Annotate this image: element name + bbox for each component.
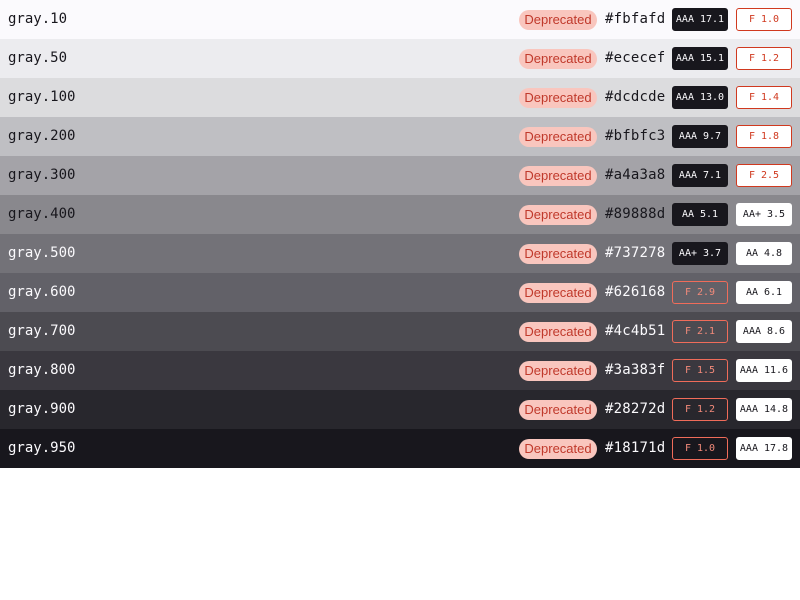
color-name: gray.300 [8,167,76,183]
color-row: gray.700 Deprecated #4c4b51 F 2.1 AAA 8.… [0,312,800,351]
contrast-on-light-chip: AA 4.8 [736,242,792,265]
contrast-on-dark-chip: F 2.9 [672,281,728,304]
deprecated-badge: Deprecated [519,49,597,69]
color-hex-value[interactable]: #4c4b51 [605,312,665,351]
contrast-on-light-chip: AAA 8.6 [736,320,792,343]
color-hex-value[interactable]: #18171d [605,429,665,468]
deprecated-badge: Deprecated [519,361,597,381]
contrast-on-light-chip: AAA 14.8 [736,398,792,421]
deprecated-badge: Deprecated [519,283,597,303]
color-row: gray.200 Deprecated #bfbfc3 AAA 9.7 F 1.… [0,117,800,156]
color-row: gray.950 Deprecated #18171d F 1.0 AAA 17… [0,429,800,468]
contrast-on-light-chip: AAA 17.8 [736,437,792,460]
deprecated-badge: Deprecated [519,166,597,186]
contrast-on-dark-chip: AAA 13.0 [672,86,728,109]
color-name: gray.900 [8,401,76,417]
color-row: gray.100 Deprecated #dcdcde AAA 13.0 F 1… [0,78,800,117]
color-name: gray.100 [8,89,76,105]
color-hex-value[interactable]: #626168 [605,273,665,312]
color-row: gray.10 Deprecated #fbfafd AAA 17.1 F 1.… [0,0,800,39]
contrast-on-dark-chip: F 2.1 [672,320,728,343]
contrast-on-dark-chip: AA+ 3.7 [672,242,728,265]
contrast-on-light-chip: AAA 11.6 [736,359,792,382]
color-hex-value[interactable]: #ececef [605,39,665,78]
contrast-on-dark-chip: F 1.5 [672,359,728,382]
color-name: gray.50 [8,50,68,66]
contrast-on-light-chip: F 1.8 [736,125,792,148]
color-hex-value[interactable]: #a4a3a8 [605,156,665,195]
color-hex-value[interactable]: #fbfafd [605,0,665,39]
color-hex-value[interactable]: #3a383f [605,351,665,390]
deprecated-badge: Deprecated [519,205,597,225]
color-hex-value[interactable]: #bfbfc3 [605,117,665,156]
color-hex-value[interactable]: #dcdcde [605,78,665,117]
color-name: gray.800 [8,362,76,378]
contrast-on-light-chip: F 2.5 [736,164,792,187]
contrast-on-dark-chip: AA 5.1 [672,203,728,226]
contrast-on-light-chip: AA+ 3.5 [736,203,792,226]
color-row: gray.900 Deprecated #28272d F 1.2 AAA 14… [0,390,800,429]
contrast-on-dark-chip: AAA 15.1 [672,47,728,70]
contrast-on-light-chip: AA 6.1 [736,281,792,304]
contrast-on-light-chip: F 1.2 [736,47,792,70]
color-row: gray.50 Deprecated #ececef AAA 15.1 F 1.… [0,39,800,78]
color-name: gray.700 [8,323,76,339]
deprecated-badge: Deprecated [519,88,597,108]
contrast-on-dark-chip: F 1.0 [672,437,728,460]
contrast-on-dark-chip: AAA 9.7 [672,125,728,148]
deprecated-badge: Deprecated [519,127,597,147]
deprecated-badge: Deprecated [519,322,597,342]
contrast-on-light-chip: F 1.4 [736,86,792,109]
color-name: gray.600 [8,284,76,300]
deprecated-badge: Deprecated [519,10,597,30]
color-name: gray.400 [8,206,76,222]
color-name: gray.200 [8,128,76,144]
color-name: gray.950 [8,440,76,456]
contrast-on-light-chip: F 1.0 [736,8,792,31]
contrast-on-dark-chip: AAA 7.1 [672,164,728,187]
color-hex-value[interactable]: #737278 [605,234,665,273]
deprecated-badge: Deprecated [519,400,597,420]
color-palette-list: gray.10 Deprecated #fbfafd AAA 17.1 F 1.… [0,0,800,468]
color-row: gray.400 Deprecated #89888d AA 5.1 AA+ 3… [0,195,800,234]
color-name: gray.500 [8,245,76,261]
color-hex-value[interactable]: #28272d [605,390,665,429]
deprecated-badge: Deprecated [519,244,597,264]
contrast-on-dark-chip: AAA 17.1 [672,8,728,31]
deprecated-badge: Deprecated [519,439,597,459]
color-name: gray.10 [8,11,68,27]
color-row: gray.500 Deprecated #737278 AA+ 3.7 AA 4… [0,234,800,273]
color-hex-value[interactable]: #89888d [605,195,665,234]
color-row: gray.800 Deprecated #3a383f F 1.5 AAA 11… [0,351,800,390]
color-row: gray.300 Deprecated #a4a3a8 AAA 7.1 F 2.… [0,156,800,195]
contrast-on-dark-chip: F 1.2 [672,398,728,421]
color-row: gray.600 Deprecated #626168 F 2.9 AA 6.1 [0,273,800,312]
